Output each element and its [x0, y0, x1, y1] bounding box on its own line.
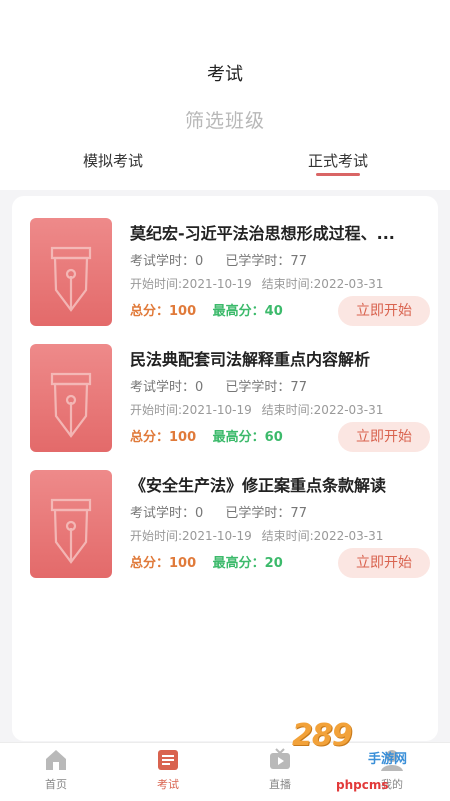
start-exam-button[interactable]: 立即开始: [338, 422, 430, 452]
exam-hours-value: 考试学时：0: [130, 254, 204, 269]
start-time: 开始时间:2021-10-19: [130, 277, 252, 291]
start-time: 开始时间:2021-10-19: [130, 403, 252, 417]
live-tv-icon: [270, 748, 290, 769]
fountain-pen-icon: [50, 372, 92, 438]
tab-mock-exam[interactable]: 模拟考试: [53, 150, 173, 171]
fountain-pen-icon: [50, 246, 92, 312]
start-time: 开始时间:2021-10-19: [130, 529, 252, 543]
exam-title: 民法典配套司法解释重点内容解析: [130, 350, 371, 369]
max-score: 最高分：60: [212, 430, 283, 445]
learned-hours-value: 已学学时：77: [225, 380, 307, 395]
exam-hours: 考试学时：0 已学学时：77: [130, 250, 325, 269]
max-score: 最高分：40: [212, 304, 283, 319]
end-time: 结束时间:2022-03-31: [261, 277, 384, 291]
total-score: 总分：100: [130, 430, 197, 445]
exam-scores: 总分：100 最高分：60: [130, 426, 283, 445]
learned-hours-value: 已学学时：77: [225, 506, 307, 521]
start-exam-button[interactable]: 立即开始: [338, 296, 430, 326]
nav-live-label: 直播: [269, 778, 291, 791]
exam-hours: 考试学时：0 已学学时：77: [130, 502, 325, 521]
exam-list: 莫纪宏-习近平法治思想形成过程、... 考试学时：0 已学学时：77 开始时间:…: [12, 196, 438, 741]
start-exam-button[interactable]: 立即开始: [338, 548, 430, 578]
max-score: 最高分：20: [212, 556, 283, 571]
exam-scores: 总分：100 最高分：40: [130, 300, 283, 319]
tab-formal-exam[interactable]: 正式考试: [278, 150, 398, 171]
exam-hours: 考试学时：0 已学学时：77: [130, 376, 325, 395]
exam-thumbnail: [30, 218, 112, 326]
exam-scores: 总分：100 最高分：20: [130, 552, 283, 571]
bottom-nav: 首页 考试 直播 我的: [0, 742, 450, 801]
nav-home[interactable]: 首页: [16, 747, 96, 792]
nav-home-label: 首页: [45, 778, 67, 791]
exam-hours-value: 考试学时：0: [130, 506, 204, 521]
nav-exam-label: 考试: [157, 778, 179, 791]
active-tab-indicator: [316, 173, 360, 176]
learned-hours-value: 已学学时：77: [225, 254, 307, 269]
filter-class-button[interactable]: 筛选班级: [0, 106, 450, 133]
profile-icon: [381, 750, 403, 771]
exam-thumbnail: [30, 470, 112, 578]
fountain-pen-icon: [50, 498, 92, 564]
total-score: 总分：100: [130, 304, 197, 319]
exam-title: 《安全生产法》修正案重点条款解读: [130, 476, 387, 495]
total-score: 总分：100: [130, 556, 197, 571]
exam-dates: 开始时间:2021-10-19 结束时间:2022-03-31: [130, 401, 389, 418]
end-time: 结束时间:2022-03-31: [261, 529, 384, 543]
exam-card[interactable]: 《安全生产法》修正案重点条款解读 考试学时：0 已学学时：77 开始时间:202…: [12, 470, 438, 582]
nav-profile-label: 我的: [381, 778, 403, 791]
exam-hours-value: 考试学时：0: [130, 380, 204, 395]
page-title: 考试: [207, 64, 243, 85]
exam-dates: 开始时间:2021-10-19 结束时间:2022-03-31: [130, 275, 389, 292]
nav-exam[interactable]: 考试: [128, 747, 208, 792]
exam-title: 莫纪宏-习近平法治思想形成过程、...: [130, 224, 395, 243]
exam-card[interactable]: 莫纪宏-习近平法治思想形成过程、... 考试学时：0 已学学时：77 开始时间:…: [12, 218, 438, 330]
nav-live[interactable]: 直播: [240, 747, 320, 792]
exam-dates: 开始时间:2021-10-19 结束时间:2022-03-31: [130, 527, 389, 544]
exam-thumbnail: [30, 344, 112, 452]
exam-card[interactable]: 民法典配套司法解释重点内容解析 考试学时：0 已学学时：77 开始时间:2021…: [12, 344, 438, 456]
end-time: 结束时间:2022-03-31: [261, 403, 384, 417]
exam-tabs: 模拟考试 正式考试: [0, 150, 450, 186]
header: 考试 筛选班级 模拟考试 正式考试: [0, 0, 450, 190]
nav-profile[interactable]: 我的: [352, 747, 432, 792]
exam-icon: [158, 750, 178, 770]
home-icon: [46, 750, 66, 770]
